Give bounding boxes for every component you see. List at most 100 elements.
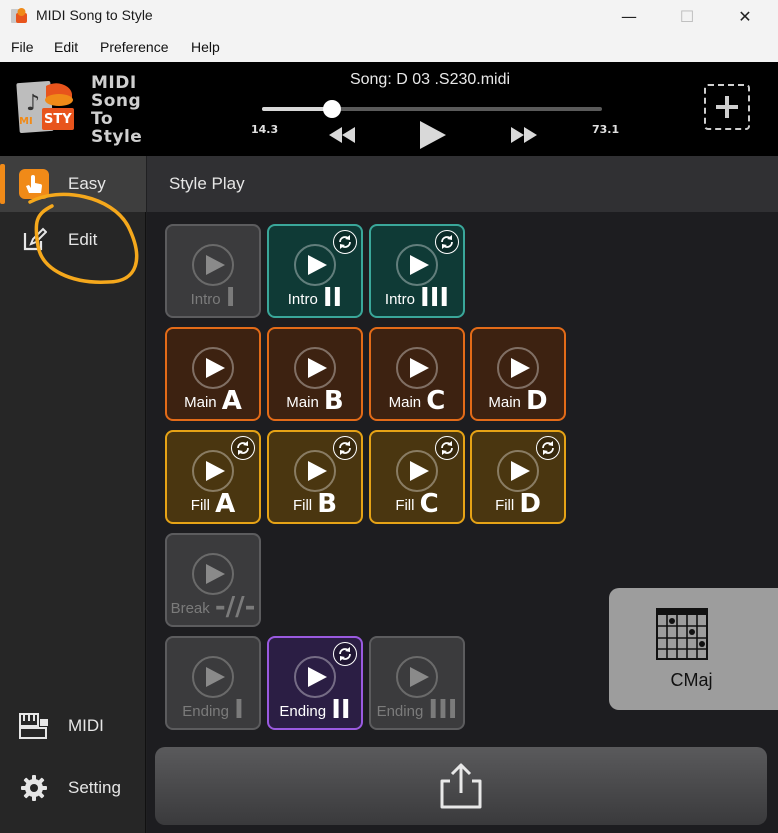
pad-ending-2[interactable]: Ending II [267,636,363,730]
export-button[interactable] [155,747,767,825]
edit-icon [18,224,50,256]
maximize-button[interactable]: ☐ [664,0,710,32]
menu-bar: File Edit Preference Help [0,32,778,62]
pad-intro-3[interactable]: Intro III [369,224,465,318]
pad-label: Intro III [371,283,463,313]
pad-play-icon [497,347,539,389]
song-position-slider[interactable] [262,100,602,118]
logo-wordmark: MIDI Song To Style [91,74,142,146]
pad-label: Ending III [371,695,463,725]
pad-main-4[interactable]: Main D [470,327,566,421]
sidebar-item-easy[interactable]: Easy [0,156,146,212]
pad-label: Fill C [371,489,463,519]
logo-line: To [91,109,114,129]
pad-label: Main D [472,386,564,416]
pad-main-2[interactable]: Main B [267,327,363,421]
play-icon [420,121,446,149]
pad-word: Intro [287,291,318,308]
pad-mark: D [519,489,541,519]
pad-ending-1[interactable]: Ending I [165,636,261,730]
pad-fill-3[interactable]: Fill C [369,430,465,524]
pad-mark: C [426,386,446,416]
loop-icon [333,230,357,254]
pad-play-icon [294,656,336,698]
song-title: Song: D 03 .S230.midi [349,71,511,88]
pad-ending-3[interactable]: Ending III [369,636,465,730]
sidebar-label: Edit [68,230,98,249]
pad-fill-4[interactable]: Fill D [470,430,566,524]
pad-word: Fill [292,497,313,514]
menu-file[interactable]: File [11,39,34,55]
pad-word: Main [388,394,422,411]
window-title: MIDI Song to Style [36,7,153,23]
pad-play-icon [192,450,234,492]
midi-keyboard-icon [18,710,50,742]
sidebar-item-setting[interactable]: Setting [0,760,146,816]
app-window: MIDI Song to Style — ☐ ✕ File Edit Prefe… [0,0,778,833]
pad-mark: I [225,283,236,313]
pad-mark: A [215,489,236,519]
rewind-icon [329,127,355,143]
pad-label: Main A [167,388,259,414]
pad-mark: III [420,283,450,313]
slider-handle[interactable] [322,100,341,118]
pad-mark: -//- [214,592,256,622]
pad-play-icon [396,450,438,492]
plus-icon [716,96,738,118]
chord-panel[interactable]: CMaj [609,588,778,710]
pad-intro-2[interactable]: Intro II [267,224,363,318]
slider-fill [262,107,332,111]
pad-mark: II [322,283,343,313]
sidebar: Easy Edit MIDI Setting [0,156,146,833]
pad-break-1[interactable]: Break -//- [165,533,261,627]
time-end: 73.1 [592,123,620,136]
pad-word: Fill [190,497,210,514]
gear-icon [18,772,50,804]
loop-icon [333,642,357,666]
pad-label: Fill B [269,491,361,517]
pad-word: Ending [376,703,424,720]
pad-label: Main C [371,386,463,416]
pad-word: Break [170,600,210,617]
pad-mark: C [419,489,439,519]
pad-word: Main [488,394,521,411]
pad-mark: I [234,695,244,725]
chord-name: CMaj [670,670,713,690]
sidebar-label: Easy [68,174,106,193]
pad-fill-1[interactable]: Fill A [165,430,261,524]
sidebar-item-midi[interactable]: MIDI [0,698,146,754]
fast-forward-button[interactable] [506,122,542,148]
pad-play-icon [192,244,234,286]
pad-intro-1[interactable]: Intro I [165,224,261,318]
pad-main-3[interactable]: Main C [369,327,465,421]
pad-mark: III [428,695,458,725]
loop-icon [435,230,459,254]
logo-line: MIDI [91,73,137,93]
player-bar: ♪ STY MI MIDI Song To Style Song: D 03 .… [0,62,778,156]
menu-edit[interactable]: Edit [54,39,78,55]
pad-main-1[interactable]: Main A [165,327,261,421]
rewind-button[interactable] [324,122,360,148]
time-start: 14.3 [251,123,279,136]
share-export-icon [440,763,482,809]
sidebar-item-edit[interactable]: Edit [0,212,146,268]
app-icon [11,8,27,23]
menu-help[interactable]: Help [191,39,220,55]
pad-label: Break -//- [167,592,259,622]
pad-play-icon [294,450,336,492]
pad-label: Fill D [472,489,564,519]
pad-fill-2[interactable]: Fill B [267,430,363,524]
pad-play-icon [192,553,234,595]
menu-preference[interactable]: Preference [100,39,168,55]
play-button[interactable] [412,118,452,152]
pad-word: Intro [190,291,221,308]
minimize-button[interactable]: — [606,0,652,32]
close-button[interactable]: ✕ [722,0,768,32]
add-style-button[interactable] [704,84,750,130]
app-logo: ♪ STY MI [16,72,78,138]
pad-label: Fill A [167,489,259,519]
pad-word: Main [184,394,217,411]
pad-mark: D [526,386,548,416]
pad-play-icon [192,656,234,698]
pad-word: Ending [182,703,229,720]
